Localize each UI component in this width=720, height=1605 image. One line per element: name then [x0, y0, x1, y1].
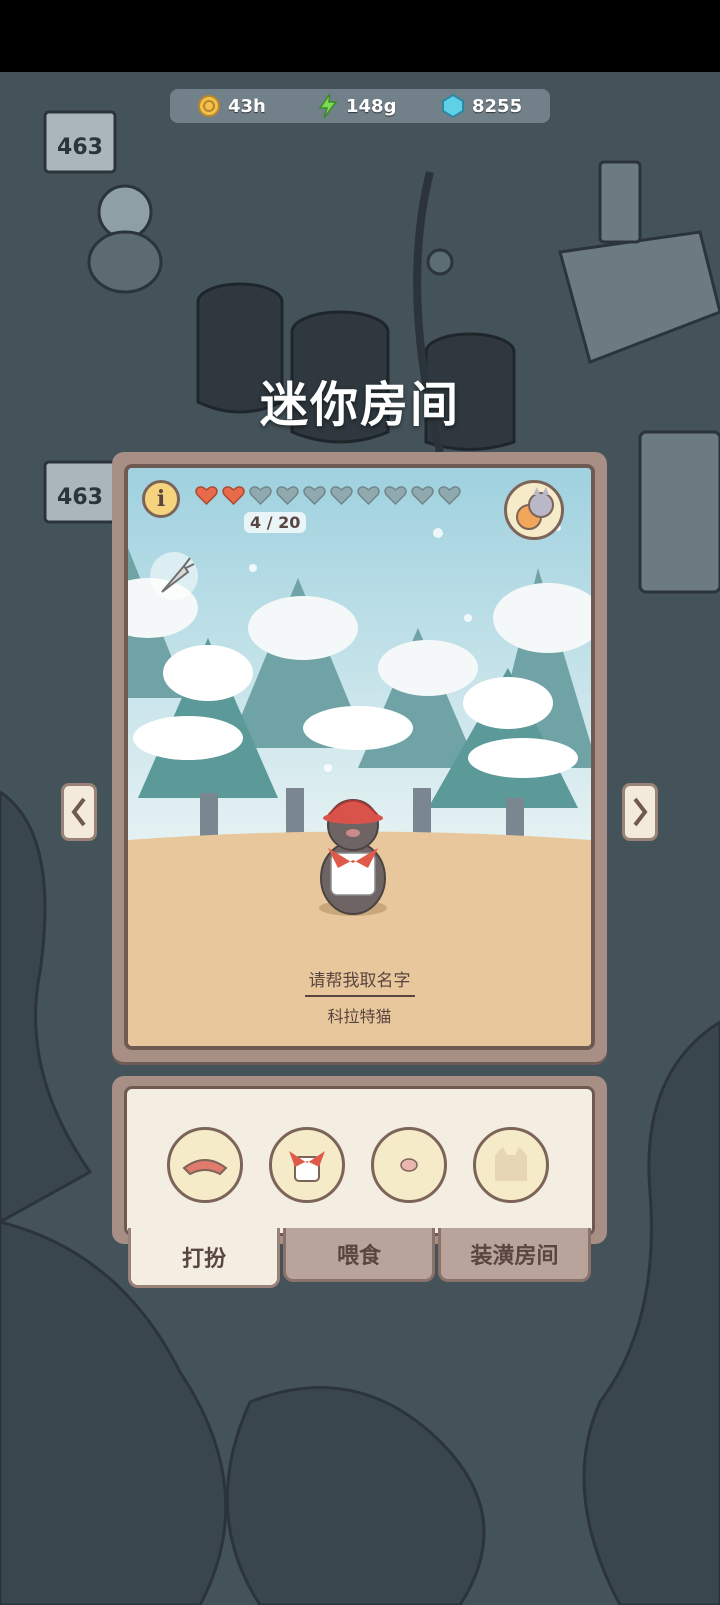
affection-hearts: [194, 484, 462, 506]
chevron-right-icon: [633, 797, 648, 827]
heart-empty-icon: [330, 486, 353, 506]
heart-count: 4 / 20: [244, 512, 307, 533]
item-slot-nose[interactable]: [371, 1127, 447, 1203]
sign-number: 463: [57, 135, 103, 160]
cat-silhouette-icon: [495, 1147, 527, 1181]
name-prompt[interactable]: 请帮我取名字: [304, 966, 415, 997]
currency-bar: 43h 148g 8255: [170, 89, 550, 123]
prev-pet-button[interactable]: [61, 783, 97, 841]
carrot-icon: [161, 557, 195, 593]
heart-empty-icon: [384, 486, 407, 506]
heart-empty-icon: [411, 486, 434, 506]
coin-icon: [198, 95, 220, 117]
gem-value: 8255: [472, 95, 523, 117]
room-frame: i 4 / 20 请帮我取名字 科拉特猫: [112, 452, 607, 1062]
heart-empty-icon: [303, 486, 326, 506]
coin-counter: 43h: [198, 89, 266, 123]
chevron-left-icon: [71, 797, 86, 827]
item-slot-hat[interactable]: [167, 1127, 243, 1203]
heart-filled-icon: [222, 486, 245, 506]
item-slot-locked[interactable]: [473, 1127, 549, 1203]
item-slot-apron[interactable]: [269, 1127, 345, 1203]
heart-empty-icon: [249, 486, 272, 506]
heart-empty-icon: [438, 486, 461, 506]
status-bar: [0, 0, 720, 72]
pet-name-area: 请帮我取名字 科拉特猫: [128, 966, 591, 1027]
tab-feed[interactable]: 喂食: [283, 1228, 435, 1282]
heart-empty-icon: [357, 486, 380, 506]
energy-counter: 148g: [318, 89, 396, 123]
carrot-item[interactable]: [150, 552, 198, 600]
room-view: i 4 / 20 请帮我取名字 科拉特猫: [124, 464, 595, 1050]
pet-cat[interactable]: [319, 799, 387, 916]
next-pet-button[interactable]: [622, 783, 658, 841]
items-panel: [112, 1076, 607, 1244]
energy-value: 148g: [346, 95, 397, 117]
heart-filled-icon: [195, 486, 218, 506]
hat-icon: [182, 1159, 228, 1176]
cat-switch-button[interactable]: [504, 480, 564, 540]
gem-icon: [442, 94, 464, 118]
heart-empty-icon: [276, 486, 299, 506]
info-button[interactable]: i: [142, 480, 180, 518]
items-panel-inner: [124, 1086, 595, 1236]
tab-dress-up[interactable]: 打扮: [128, 1228, 280, 1288]
lightning-icon: [318, 93, 338, 119]
pet-breed: 科拉特猫: [327, 1007, 392, 1026]
tab-decorate-room[interactable]: 装潢房间: [438, 1228, 591, 1282]
cats-icon: [516, 487, 554, 530]
coin-value: 43h: [228, 95, 266, 117]
sign-number: 463: [57, 485, 103, 510]
nose-item-icon: [400, 1158, 418, 1172]
scarf-apron-icon: [289, 1151, 325, 1182]
gem-counter: 8255: [442, 89, 522, 123]
page-title: 迷你房间: [259, 377, 460, 433]
